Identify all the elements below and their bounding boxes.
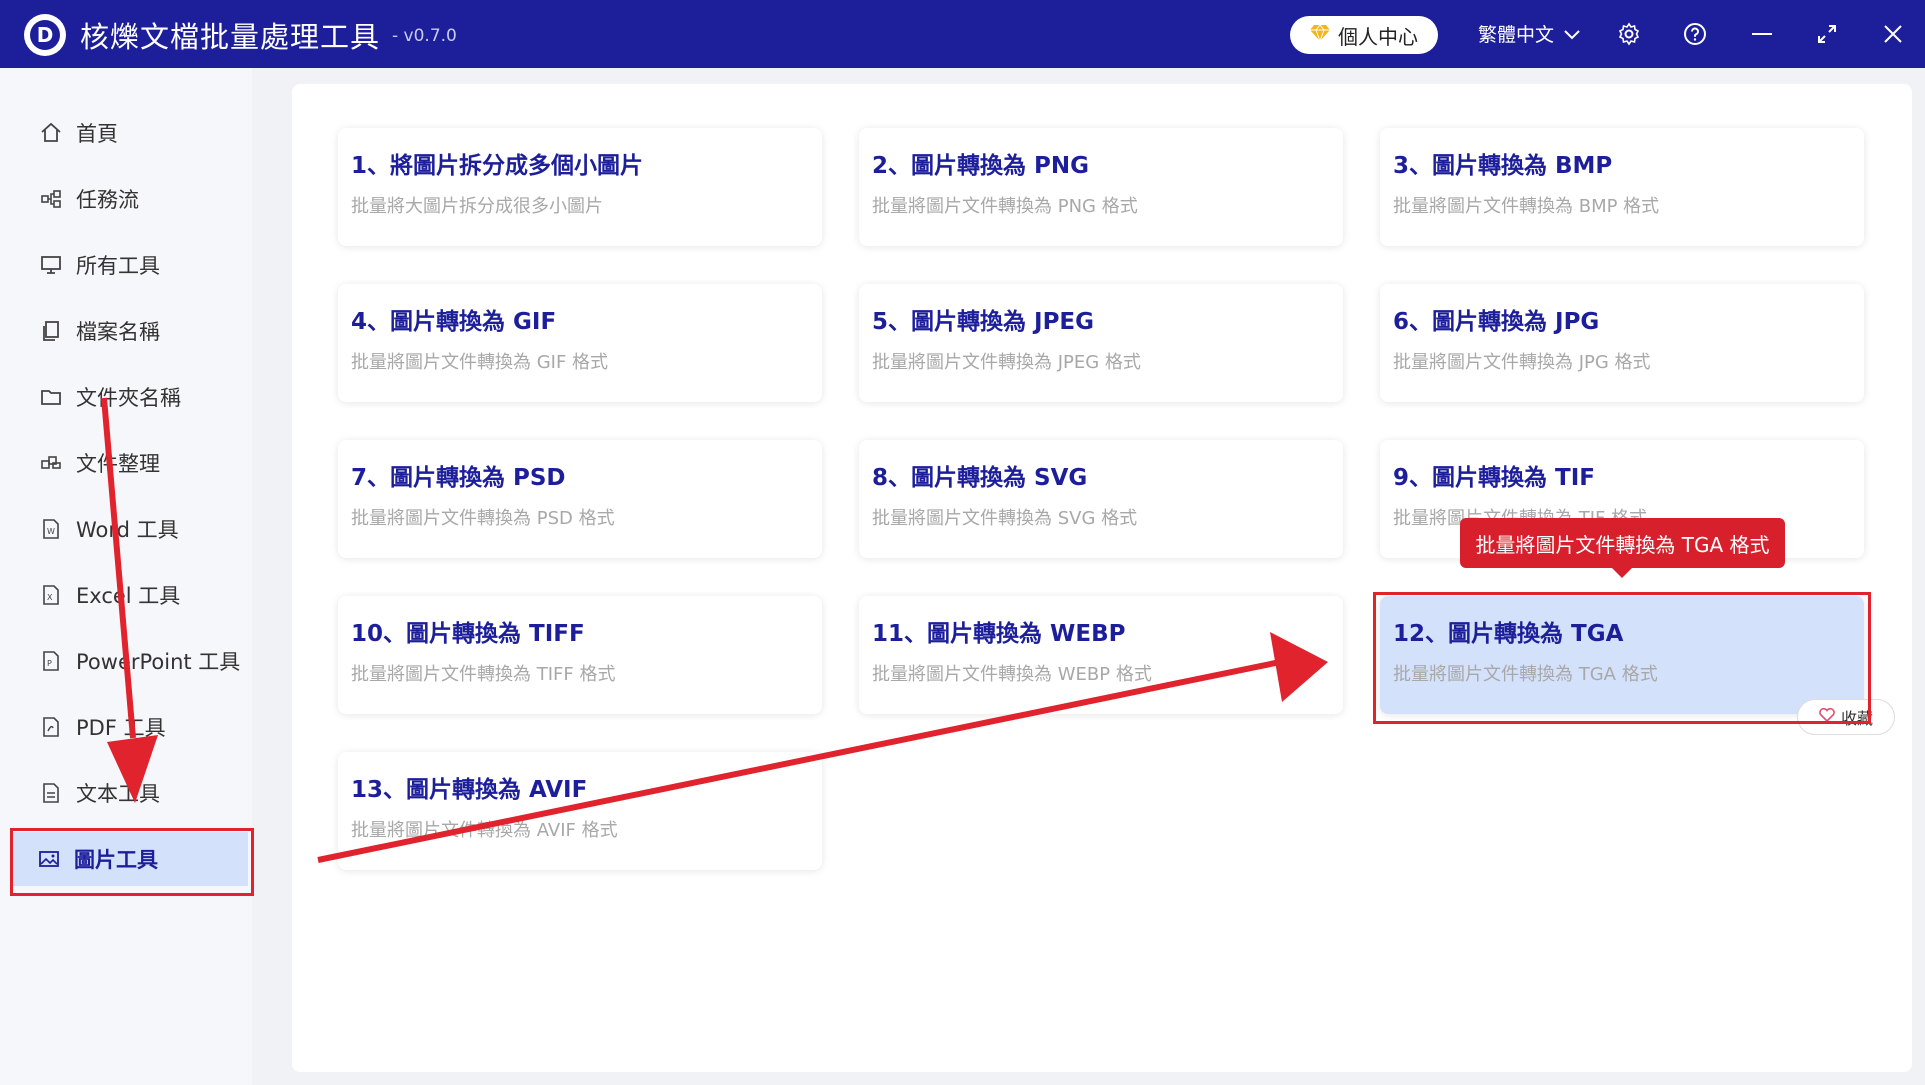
tool-card-title: 4、圖片轉換為 GIF xyxy=(351,309,557,335)
organize-icon xyxy=(38,452,64,474)
app-version: - v0.7.0 xyxy=(392,26,457,46)
tool-card-desc: 批量將圖片文件轉換為 JPG 格式 xyxy=(1393,352,1651,373)
sidebar-item-label: PowerPoint 工具 xyxy=(76,650,241,674)
svg-text:P: P xyxy=(47,659,52,668)
tool-card-title: 2、圖片轉換為 PNG xyxy=(872,153,1089,179)
word-file-icon: W xyxy=(38,518,64,540)
sidebar-item-pdf-tools[interactable]: PDF 工具 xyxy=(14,700,250,754)
app-logo-letter: D xyxy=(30,20,60,50)
tool-card-title: 9、圖片轉換為 TIF xyxy=(1393,465,1595,491)
tool-card-title: 7、圖片轉換為 PSD xyxy=(351,465,566,491)
annotation-box-card xyxy=(1373,592,1871,724)
sidebar-item-label: 文本工具 xyxy=(76,782,160,806)
tool-card[interactable]: 11、圖片轉換為 WEBP 批量將圖片文件轉換為 WEBP 格式 xyxy=(859,596,1343,714)
sidebar-item-all-tools[interactable]: 所有工具 xyxy=(14,238,250,292)
ppt-file-icon: P xyxy=(38,650,64,672)
sidebar-item-label: 所有工具 xyxy=(76,254,160,278)
pdf-file-icon xyxy=(38,716,64,738)
file-copy-icon xyxy=(38,320,64,342)
sidebar-item-label: 檔案名稱 xyxy=(76,320,160,344)
excel-file-icon: X xyxy=(38,584,64,606)
annotation-box-sidebar xyxy=(10,828,254,896)
tool-card-title: 13、圖片轉換為 AVIF xyxy=(351,777,588,803)
sidebar-item-folder-name[interactable]: 文件夾名稱 xyxy=(14,370,250,424)
tool-card-title: 11、圖片轉換為 WEBP xyxy=(872,621,1126,647)
tool-card-title: 1、將圖片拆分成多個小圖片 xyxy=(351,153,644,179)
tool-card-desc: 批量將圖片文件轉換為 BMP 格式 xyxy=(1393,196,1660,217)
tool-card[interactable]: 5、圖片轉換為 JPEG 批量將圖片文件轉換為 JPEG 格式 xyxy=(859,284,1343,402)
tool-card[interactable]: 13、圖片轉換為 AVIF 批量將圖片文件轉換為 AVIF 格式 xyxy=(338,752,822,870)
sidebar-item-text-tools[interactable]: 文本工具 xyxy=(14,766,250,820)
sidebar-item-file-organize[interactable]: 文件整理 xyxy=(14,436,250,490)
tool-card[interactable]: 6、圖片轉換為 JPG 批量將圖片文件轉換為 JPG 格式 xyxy=(1380,284,1864,402)
tool-card[interactable]: 7、圖片轉換為 PSD 批量將圖片文件轉換為 PSD 格式 xyxy=(338,440,822,558)
sidebar-item-ppt-tools[interactable]: P PowerPoint 工具 xyxy=(14,634,250,688)
tool-card[interactable]: 1、將圖片拆分成多個小圖片 批量將大圖片拆分成很多小圖片 xyxy=(338,128,822,246)
tooltip: 批量將圖片文件轉換為 TGA 格式 xyxy=(1460,518,1785,578)
workflow-icon xyxy=(38,188,64,210)
sidebar-item-word-tools[interactable]: W Word 工具 xyxy=(14,502,250,556)
tool-card[interactable]: 4、圖片轉換為 GIF 批量將圖片文件轉換為 GIF 格式 xyxy=(338,284,822,402)
svg-text:X: X xyxy=(47,593,53,602)
monitor-icon xyxy=(38,254,64,276)
svg-text:W: W xyxy=(47,527,55,536)
gem-icon xyxy=(1310,23,1330,47)
tool-card-desc: 批量將圖片文件轉換為 AVIF 格式 xyxy=(351,820,618,841)
tool-card-title: 6、圖片轉換為 JPG xyxy=(1393,309,1600,335)
sidebar-item-label: 文件整理 xyxy=(76,452,160,476)
sidebar-item-label: 首頁 xyxy=(76,122,118,146)
tool-card[interactable]: 10、圖片轉換為 TIFF 批量將圖片文件轉換為 TIFF 格式 xyxy=(338,596,822,714)
tool-card-desc: 批量將圖片文件轉換為 TIFF 格式 xyxy=(351,664,616,685)
text-file-icon xyxy=(38,782,64,804)
tool-card-desc: 批量將圖片文件轉換為 WEBP 格式 xyxy=(872,664,1152,685)
sidebar-item-home[interactable]: 首頁 xyxy=(14,106,250,160)
tool-card[interactable]: 2、圖片轉換為 PNG 批量將圖片文件轉換為 PNG 格式 xyxy=(859,128,1343,246)
sidebar: 首頁 任務流 所有工具 檔案名稱 文件夾名稱 文件整理 W Word 工具 X … xyxy=(0,68,252,1085)
folder-icon xyxy=(38,386,64,408)
tool-card-desc: 批量將圖片文件轉換為 SVG 格式 xyxy=(872,508,1138,529)
sidebar-item-workflow[interactable]: 任務流 xyxy=(14,172,250,226)
sidebar-item-file-name[interactable]: 檔案名稱 xyxy=(14,304,250,358)
sidebar-item-label: 文件夾名稱 xyxy=(76,386,181,410)
minimize-icon[interactable] xyxy=(1746,18,1778,50)
language-label: 繁體中文 xyxy=(1478,24,1555,46)
language-select[interactable]: 繁體中文 xyxy=(1478,20,1580,47)
user-center-label: 個人中心 xyxy=(1338,24,1418,49)
tool-card-desc: 批量將大圖片拆分成很多小圖片 xyxy=(351,196,603,217)
tool-card-desc: 批量將圖片文件轉換為 PNG 格式 xyxy=(872,196,1138,217)
chevron-down-icon xyxy=(1564,23,1580,45)
user-center-button[interactable]: 個人中心 xyxy=(1290,16,1438,54)
help-icon[interactable] xyxy=(1679,18,1711,50)
sidebar-item-label: 任務流 xyxy=(76,188,139,212)
tool-card-title: 8、圖片轉換為 SVG xyxy=(872,465,1088,491)
tool-card-title: 3、圖片轉換為 BMP xyxy=(1393,153,1613,179)
tool-card-desc: 批量將圖片文件轉換為 GIF 格式 xyxy=(351,352,609,373)
sidebar-item-label: Excel 工具 xyxy=(76,584,181,608)
sidebar-item-excel-tools[interactable]: X Excel 工具 xyxy=(14,568,250,622)
maximize-icon[interactable] xyxy=(1811,18,1843,50)
sidebar-item-label: PDF 工具 xyxy=(76,716,166,740)
title-bar: D 核爍文檔批量處理工具 - v0.7.0 個人中心 繁體中文 xyxy=(0,0,1925,68)
sidebar-item-label: Word 工具 xyxy=(76,518,179,542)
gear-icon[interactable] xyxy=(1613,18,1645,50)
tool-card-title: 10、圖片轉換為 TIFF xyxy=(351,621,585,647)
app-logo: D xyxy=(24,14,66,56)
home-icon xyxy=(38,122,64,144)
tool-card[interactable]: 3、圖片轉換為 BMP 批量將圖片文件轉換為 BMP 格式 xyxy=(1380,128,1864,246)
app-title: 核爍文檔批量處理工具 xyxy=(80,20,381,54)
close-icon[interactable] xyxy=(1877,18,1909,50)
tool-card-desc: 批量將圖片文件轉換為 JPEG 格式 xyxy=(872,352,1141,373)
tool-card-title: 5、圖片轉換為 JPEG xyxy=(872,309,1095,335)
tool-card-desc: 批量將圖片文件轉換為 PSD 格式 xyxy=(351,508,615,529)
tool-card[interactable]: 8、圖片轉換為 SVG 批量將圖片文件轉換為 SVG 格式 xyxy=(859,440,1343,558)
